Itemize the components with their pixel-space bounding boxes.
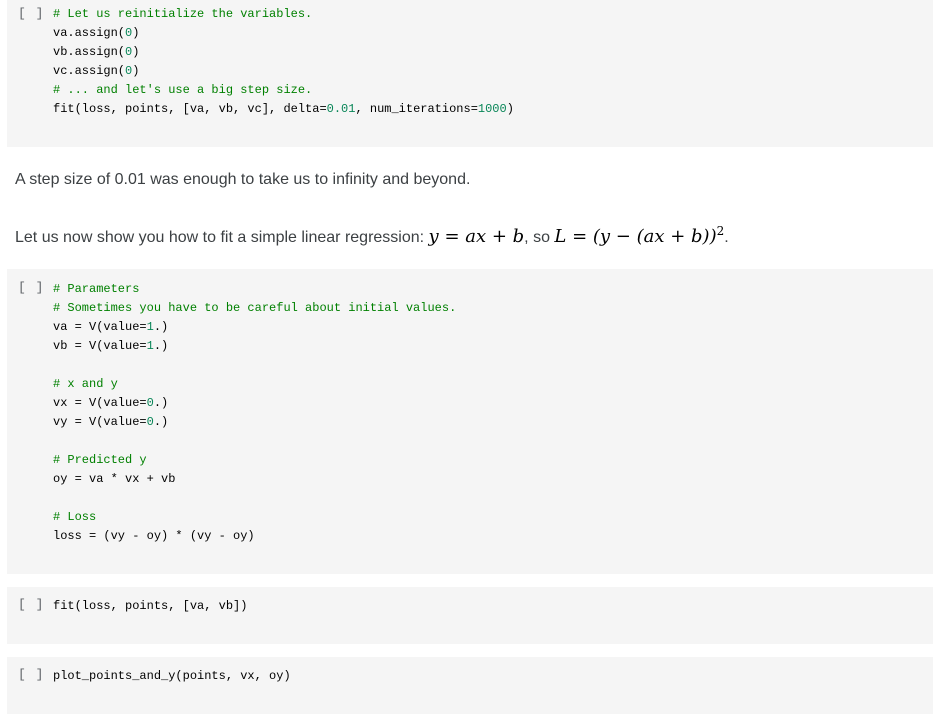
code-comment: # Parameters — [53, 282, 140, 296]
code-cell[interactable]: [ ] # Let us reinitialize the variables.… — [7, 0, 933, 147]
code-editor[interactable]: fit(loss, points, [va, vb]) — [53, 597, 247, 616]
code-line: # ... and let's use a big step size. — [53, 81, 514, 100]
code-comment: # Predicted y — [53, 453, 147, 467]
code-line: vb.assign(0) — [53, 43, 514, 62]
code-comment: # Sometimes you have to be careful about… — [53, 301, 457, 315]
code-token: fit(loss, points, [va, vb]) — [53, 599, 248, 613]
run-cell-button[interactable]: [ ] — [18, 6, 44, 21]
code-token: , num_iterations= — [355, 102, 478, 116]
code-token: vx = V(value= — [53, 396, 147, 410]
code-line: vc.assign(0) — [53, 62, 514, 81]
code-cell[interactable]: [ ] plot_points_and_y(points, vx, oy) — [7, 657, 933, 714]
code-line: vy = V(value=0.) — [53, 413, 456, 432]
code-editor[interactable]: # Parameters # Sometimes you have to be c… — [53, 280, 456, 546]
code-token: ) — [132, 45, 140, 59]
code-line: # Parameters — [53, 280, 456, 299]
math-equation-loss: L = (y − (ax + b))2 — [554, 224, 724, 247]
code-token: plot_points_and_y(points, vx, oy) — [53, 669, 291, 683]
code-token: vy = V(value= — [53, 415, 147, 429]
run-cell-button[interactable]: [ ] — [18, 280, 44, 295]
code-token: va.assign( — [53, 26, 126, 40]
code-token: oy = va * vx + vb — [53, 472, 176, 486]
code-token: fit(loss, points, [va, vb, vc], delta= — [53, 102, 327, 116]
code-editor[interactable]: # Let us reinitialize the variables. va.a… — [53, 5, 514, 119]
code-number: 1000 — [477, 102, 507, 116]
code-number: 0 — [146, 396, 154, 410]
code-line: plot_points_and_y(points, vx, oy) — [53, 667, 291, 686]
markdown-paragraph-prefix: Let us now show you how to fit a simple … — [15, 229, 429, 246]
math-equation-regression: y = ax + b — [428, 226, 525, 247]
code-token: .) — [153, 396, 169, 410]
markdown-text: A step size of 0.01 was enough to take u… — [15, 171, 470, 189]
code-token: vb.assign( — [53, 45, 126, 59]
code-token: .) — [153, 320, 169, 334]
code-line: loss = (vy - oy) * (vy - oy) — [53, 527, 456, 546]
code-token: loss = (vy - oy) * (vy - oy) — [53, 529, 255, 543]
run-cell-button[interactable]: [ ] — [18, 667, 44, 682]
code-line: va.assign(0) — [53, 24, 514, 43]
code-comment: # ... and let's use a big step size. — [53, 83, 313, 97]
math-loss-body: L = (y − (ax + b)) — [554, 226, 717, 247]
code-number: 0.01 — [326, 102, 356, 116]
code-token: .) — [153, 415, 169, 429]
code-token: ) — [132, 64, 140, 78]
run-cell-button[interactable]: [ ] — [18, 597, 44, 612]
code-editor[interactable]: plot_points_and_y(points, vx, oy) — [53, 667, 291, 686]
code-comment: # Loss — [53, 510, 97, 524]
code-token: ) — [132, 26, 140, 40]
code-number: 1 — [146, 320, 154, 334]
markdown-paragraph-suffix: . — [724, 229, 729, 246]
code-token: .) — [153, 339, 169, 353]
code-line: # Sometimes you have to be careful about… — [53, 299, 456, 318]
code-token: ) — [506, 102, 514, 116]
code-line: # x and y — [53, 375, 456, 394]
code-comment: # x and y — [53, 377, 118, 391]
markdown-text: Let us now show you how to fit a simple … — [15, 224, 729, 247]
code-line: # Predicted y — [53, 451, 456, 470]
code-token: vb = V(value= — [53, 339, 147, 353]
code-line: oy = va * vx + vb — [53, 470, 456, 489]
code-number: 1 — [146, 339, 154, 353]
code-cell[interactable]: [ ] fit(loss, points, [va, vb]) — [7, 587, 933, 644]
code-token: va = V(value= — [53, 320, 147, 334]
code-comment: # Let us reinitialize the variables. — [53, 7, 313, 21]
code-line: # Loss — [53, 508, 456, 527]
code-line: va = V(value=1.) — [53, 318, 456, 337]
markdown-paragraph: A step size of 0.01 was enough to take u… — [15, 171, 471, 188]
code-line: # Let us reinitialize the variables. — [53, 5, 514, 24]
code-token: vc.assign( — [53, 64, 126, 78]
code-cell[interactable]: [ ] # Parameters # Sometimes you have to … — [7, 269, 933, 574]
code-line: fit(loss, points, [va, vb, vc], delta=0.… — [53, 100, 514, 119]
code-line: fit(loss, points, [va, vb]) — [53, 597, 247, 616]
code-line: vb = V(value=1.) — [53, 337, 456, 356]
markdown-paragraph-mid: , so — [524, 229, 555, 246]
code-number: 0 — [146, 415, 154, 429]
code-line: vx = V(value=0.) — [53, 394, 456, 413]
